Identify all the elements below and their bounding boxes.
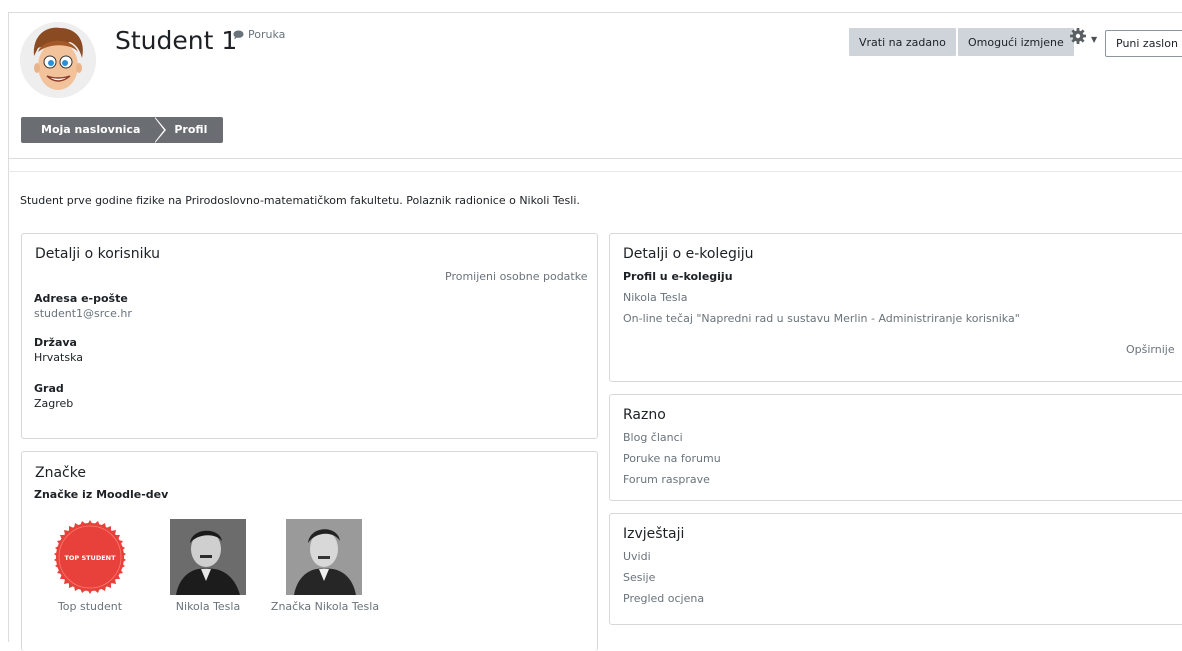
city-label: Grad <box>34 382 64 395</box>
badge-caption[interactable]: Nikola Tesla <box>162 600 254 613</box>
email-label: Adresa e-pošte <box>34 292 128 305</box>
badges-card: Značke Značke iz Moodle-dev TOP STUDENT … <box>21 451 598 651</box>
forum-discussions-link[interactable]: Forum rasprave <box>623 473 710 486</box>
city-value: Zagreb <box>34 397 74 410</box>
course-link[interactable]: On-line tečaj "Napredni rad u sustavu Me… <box>623 312 1020 325</box>
sessions-link[interactable]: Sesije <box>623 571 655 584</box>
forum-posts-link[interactable]: Poruke na forumu <box>623 452 721 465</box>
user-fullname: Student 1 <box>115 26 238 55</box>
card-title: Detalji o korisniku <box>35 246 161 262</box>
card-title: Detalji o e-kolegiju <box>623 246 754 262</box>
card-title: Izvještaji <box>623 526 685 542</box>
course-link[interactable]: Nikola Tesla <box>623 291 687 304</box>
email-value[interactable]: student1@srce.hr <box>34 307 132 320</box>
breadcrumb-item-dashboard[interactable]: Moja naslovnica <box>21 117 167 143</box>
blog-entries-link[interactable]: Blog članci <box>623 431 683 444</box>
speech-bubble-icon <box>233 30 244 39</box>
breadcrumb-label: Moja naslovnica <box>41 123 141 136</box>
nikola-tesla-badge-image[interactable] <box>170 519 246 595</box>
course-details-card: Detalji o e-kolegiju Profil u e-kolegiju… <box>609 233 1182 382</box>
breadcrumb: Moja naslovnica Profil <box>21 117 224 143</box>
enable-editing-button[interactable]: Omogući izmjene <box>958 28 1074 56</box>
insights-link[interactable]: Uvidi <box>623 550 651 563</box>
message-link[interactable]: Poruka <box>233 28 285 41</box>
edit-profile-link[interactable]: Promijeni osobne podatke <box>445 270 587 283</box>
caret-down-icon[interactable]: ▼ <box>1091 35 1097 44</box>
badge-seal-text: TOP STUDENT <box>64 554 116 562</box>
card-title: Razno <box>623 407 666 423</box>
breadcrumb-label: Profil <box>174 123 208 136</box>
message-label: Poruka <box>248 28 286 41</box>
user-description: Student prve godine fizike na Prirodoslo… <box>20 194 580 207</box>
fullscreen-button[interactable]: Puni zaslon <box>1105 30 1182 57</box>
badges-subtitle: Značke iz Moodle-dev <box>34 488 169 501</box>
content-divider <box>8 171 1182 172</box>
country-label: Država <box>34 336 77 349</box>
misc-card: Razno Blog članci Poruke na forumu Forum… <box>609 394 1182 501</box>
badge-caption[interactable]: Značka Nikola Tesla <box>266 600 384 613</box>
top-student-badge-image[interactable]: TOP STUDENT <box>52 519 128 595</box>
page-frame-top <box>8 12 1182 13</box>
header-divider <box>8 158 1182 159</box>
reports-card: Izvještaji Uvidi Sesije Pregled ocjena <box>609 513 1182 625</box>
user-details-card: Detalji o korisniku Promijeni osobne pod… <box>21 233 598 439</box>
card-title: Značke <box>35 465 86 481</box>
country-value: Hrvatska <box>34 351 84 364</box>
znacka-nikola-tesla-badge-image[interactable] <box>286 519 362 595</box>
grades-overview-link[interactable]: Pregled ocjena <box>623 592 704 605</box>
gear-icon[interactable] <box>1069 27 1087 45</box>
more-link[interactable]: Opširnije <box>1126 343 1175 356</box>
breadcrumb-separator <box>154 117 165 143</box>
badge-caption[interactable]: Top student <box>44 600 136 613</box>
avatar-cartoon-face <box>20 22 96 98</box>
course-profile-label: Profil u e-kolegiju <box>623 270 733 283</box>
page-frame-left <box>8 12 9 642</box>
reset-to-default-button[interactable]: Vrati na zadano <box>849 28 956 56</box>
avatar[interactable] <box>20 22 96 98</box>
